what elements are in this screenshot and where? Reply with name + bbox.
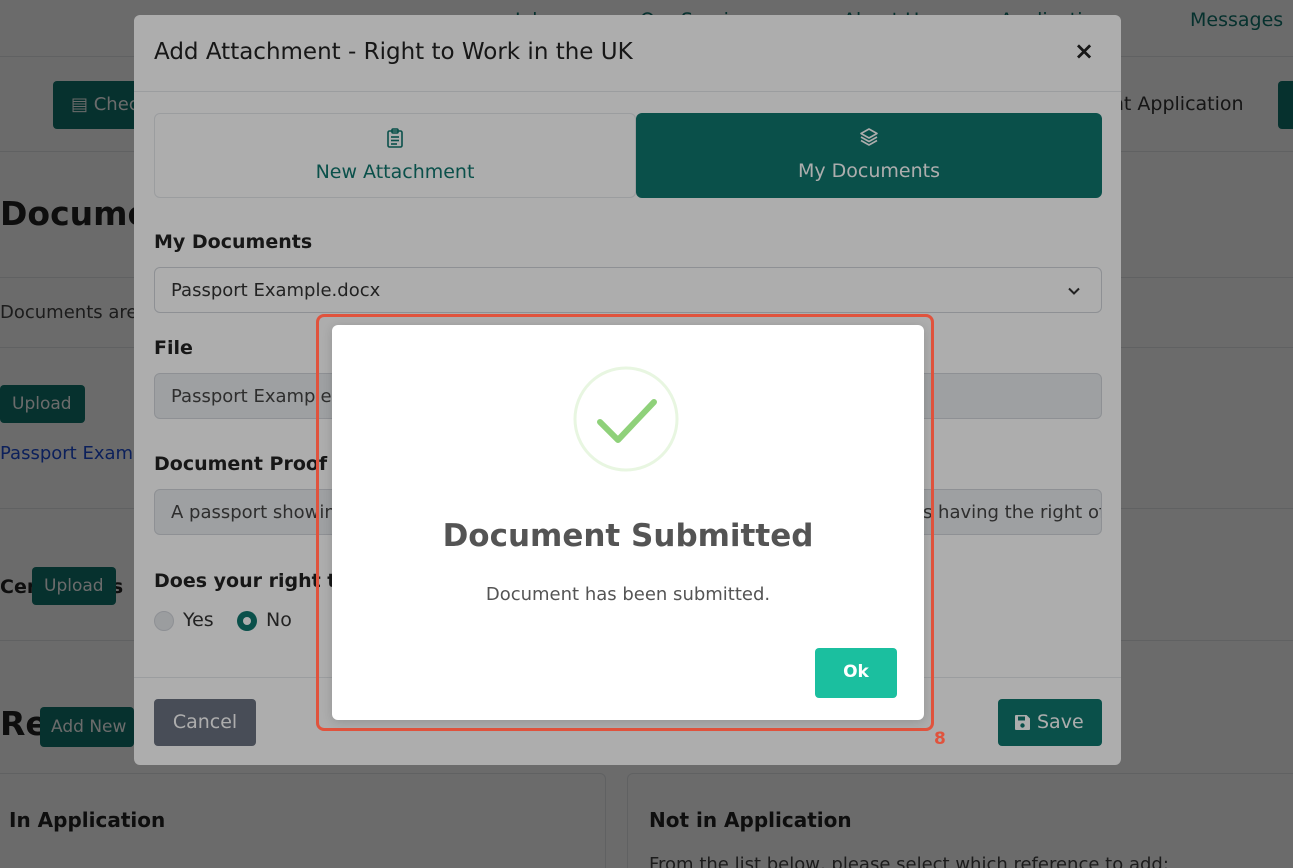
ok-button[interactable]: Ok xyxy=(815,648,897,698)
success-alert-dialog: Document Submitted Document has been sub… xyxy=(332,325,924,720)
success-check-icon xyxy=(572,365,680,473)
step-number: 8 xyxy=(934,729,946,749)
alert-message: Document has been submitted. xyxy=(485,584,771,605)
alert-title: Document Submitted xyxy=(442,518,814,554)
